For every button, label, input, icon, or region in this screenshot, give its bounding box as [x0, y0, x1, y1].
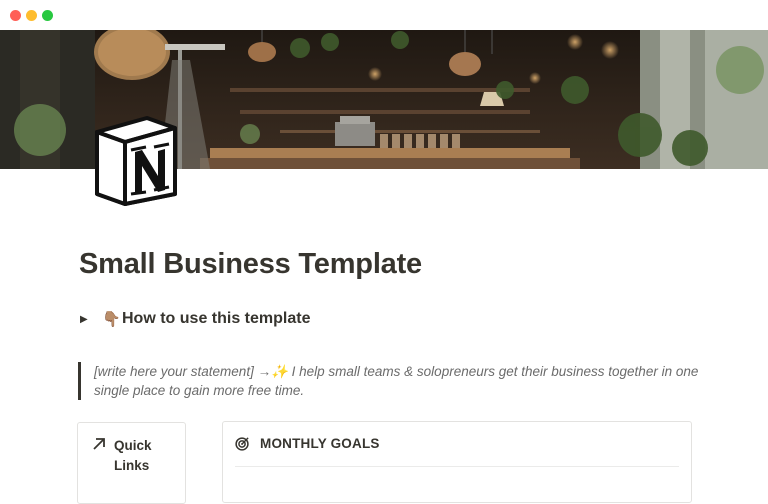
maximize-window-button[interactable]: [42, 10, 53, 21]
monthly-goals-card[interactable]: MONTHLY GOALS: [222, 421, 692, 503]
toggle-label[interactable]: How to use this template: [122, 310, 310, 328]
arrow-up-right-icon: [93, 438, 105, 450]
target-icon: [235, 437, 249, 451]
statement-quote-block[interactable]: [write here your statement] →✨ I help sm…: [78, 362, 714, 400]
window-titlebar: [0, 0, 768, 30]
quick-links-title: Quick Links: [114, 438, 152, 473]
quick-links-card[interactable]: Quick Links: [77, 422, 186, 504]
pointing-down-emoji-icon: 👇🏽: [102, 311, 121, 328]
toggle-triangle-icon[interactable]: ▶: [80, 314, 98, 325]
minimize-window-button[interactable]: [26, 10, 37, 21]
close-window-button[interactable]: [10, 10, 21, 21]
page-title[interactable]: Small Business Template: [79, 248, 422, 281]
statement-quote-text: [write here your statement] →✨ I help sm…: [94, 364, 699, 398]
notion-logo-icon[interactable]: [89, 114, 181, 206]
how-to-use-toggle[interactable]: ▶ 👇🏽 How to use this template: [80, 308, 310, 330]
monthly-goals-title: MONTHLY GOALS: [260, 436, 380, 451]
divider: [235, 466, 679, 467]
